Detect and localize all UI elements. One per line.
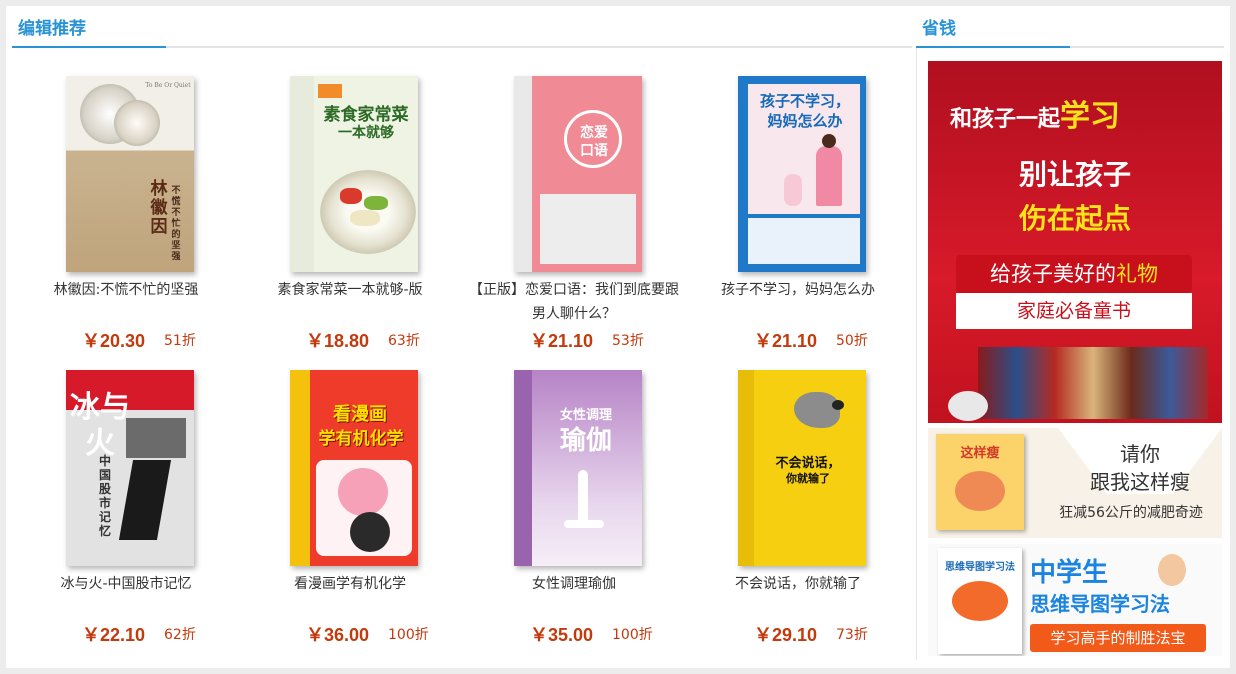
book-item[interactable]: 恋爱 口语 【正版】恋爱口语：我们到底要跟男人聊什么？ ￥21.10 53折 xyxy=(462,58,686,352)
book-discount: 100折 xyxy=(612,627,653,643)
editor-pick-title[interactable]: 编辑推荐 xyxy=(18,14,86,39)
ad1-line1a: 和孩子一起 xyxy=(950,107,1061,132)
active-tab-underline xyxy=(916,46,1070,48)
book-discount: 73折 xyxy=(836,627,868,643)
book-item[interactable]: 林徽因 不慌不忙的坚强 To Be Or Quiet 林徽因:不慌不忙的坚强 ￥… xyxy=(14,58,238,352)
book-price: ￥21.10 xyxy=(530,331,594,351)
book-item[interactable]: 冰与火 中国股市记忆 冰与火-中国股市记忆 ￥22.10 62折 xyxy=(14,352,238,646)
book-price: ￥36.00 xyxy=(306,625,370,645)
book-cover[interactable]: 不会说话， 你就输了 xyxy=(738,370,866,566)
book-cover[interactable]: 林徽因 不慌不忙的坚强 To Be Or Quiet xyxy=(66,76,194,272)
book-discount: 63折 xyxy=(388,333,420,349)
book-price: ￥21.10 xyxy=(754,331,818,351)
cover-title: 看漫画 xyxy=(333,404,387,425)
book-discount: 51折 xyxy=(164,333,196,349)
ad1-line4b: 礼物 xyxy=(1116,262,1158,286)
cover-subtitle: 口语 xyxy=(580,143,608,159)
book-title[interactable]: 冰与火-中国股市记忆 xyxy=(20,572,232,596)
book-title[interactable]: 女性调理瑜伽 xyxy=(468,572,680,596)
ad2-line1: 请你 xyxy=(1120,442,1160,466)
cover-english: To Be Or Quiet xyxy=(145,82,191,89)
book-title[interactable]: 孩子不学习，妈妈怎么办 xyxy=(692,278,904,302)
book-cover[interactable]: 女性调理 瑜伽 xyxy=(514,370,642,566)
book-grid: 林徽因 不慌不忙的坚强 To Be Or Quiet 林徽因:不慌不忙的坚强 ￥… xyxy=(14,58,910,664)
book-title[interactable]: 【正版】恋爱口语：我们到底要跟男人聊什么？ xyxy=(468,278,680,326)
cover-title: 林徽因 xyxy=(150,179,168,237)
cover-title: 恋爱 xyxy=(580,125,608,141)
book-discount: 53折 xyxy=(612,333,644,349)
cover-subtitle: 中国股市记忆 xyxy=(98,454,111,538)
ad1-line3: 伤在起点 xyxy=(1018,202,1131,235)
book-cover[interactable]: 恋爱 口语 xyxy=(514,76,642,272)
book-discount: 62折 xyxy=(164,627,196,643)
ad1-line4a: 给孩子美好的 xyxy=(990,262,1116,286)
ad2-book-cover: 这样瘦 xyxy=(960,446,1000,461)
cover-subtitle: 一本就够 xyxy=(338,125,394,141)
column-divider xyxy=(916,48,917,660)
cover-subtitle: 瑜伽 xyxy=(559,426,612,456)
book-title[interactable]: 看漫画学有机化学 xyxy=(244,572,456,596)
book-title[interactable]: 林徽因:不慌不忙的坚强 xyxy=(20,278,232,302)
save-money-title[interactable]: 省钱 xyxy=(922,14,956,39)
book-discount: 50折 xyxy=(836,333,868,349)
book-title[interactable]: 不会说话，你就输了 xyxy=(692,572,904,596)
promo-banner-mindmap-book[interactable]: 思维导图学习法 中学生 思维导图学习法 学习高手的制胜法宝 xyxy=(928,544,1222,656)
ad3-line3: 学习高手的制胜法宝 xyxy=(1030,624,1206,652)
cover-subtitle: 你就输了 xyxy=(786,472,830,485)
cover-subtitle: 不慌不忙的坚强 xyxy=(171,186,181,262)
book-title[interactable]: 素食家常菜一本就够-版 xyxy=(244,278,456,302)
book-discount: 100折 xyxy=(388,627,429,643)
cover-title: 不会说话， xyxy=(775,456,841,471)
cover-subtitle: 学有机化学 xyxy=(318,429,404,449)
book-price: ￥20.30 xyxy=(82,331,146,351)
ad1-line2: 别让孩子 xyxy=(1018,158,1131,191)
ad2-line3: 狂减56公斤的减肥奇迹 xyxy=(1059,505,1203,521)
ad3-line1: 中学生 xyxy=(1030,558,1109,588)
ad1-line1b: 学习 xyxy=(1060,99,1121,134)
book-price: ￥35.00 xyxy=(530,625,594,645)
main-panel: 编辑推荐 省钱 林徽因 不慌不忙的坚强 To Be Or Quiet 林徽因:不… xyxy=(6,6,1230,668)
book-price: ￥29.10 xyxy=(754,625,818,645)
save-money-header: 省钱 xyxy=(916,6,1224,48)
promo-banner-diet-book[interactable]: 这样瘦 请你 跟我这样瘦 狂减56公斤的减肥奇迹 xyxy=(928,428,1222,538)
book-item[interactable]: 不会说话， 你就输了 不会说话，你就输了 ￥29.10 73折 xyxy=(686,352,910,646)
book-cover[interactable]: 孩子不学习， 妈妈怎么办 xyxy=(738,76,866,272)
book-cover[interactable]: 看漫画 学有机化学 xyxy=(290,370,418,566)
book-price: ￥22.10 xyxy=(82,625,146,645)
cover-title: 孩子不学习， xyxy=(759,92,850,110)
active-tab-underline xyxy=(12,46,166,48)
book-cover[interactable]: 素食家常菜 一本就够 xyxy=(290,76,418,272)
book-item[interactable]: 看漫画 学有机化学 看漫画学有机化学 ￥36.00 100折 xyxy=(238,352,462,646)
book-price: ￥18.80 xyxy=(306,331,370,351)
book-cover[interactable]: 冰与火 中国股市记忆 xyxy=(66,370,194,566)
editor-pick-header: 编辑推荐 xyxy=(12,6,912,48)
cover-subtitle: 妈妈怎么办 xyxy=(767,112,843,130)
book-item[interactable]: 女性调理 瑜伽 女性调理瑜伽 ￥35.00 100折 xyxy=(462,352,686,646)
ad1-line5: 家庭必备童书 xyxy=(956,293,1192,329)
ad3-book-cover: 思维导图学习法 xyxy=(945,562,1015,573)
cover-title: 冰与火 xyxy=(70,390,130,461)
ad3-line2: 思维导图学习法 xyxy=(1030,592,1170,616)
book-item[interactable]: 孩子不学习， 妈妈怎么办 孩子不学习，妈妈怎么办 ￥21.10 50折 xyxy=(686,58,910,352)
promo-banner-children-books[interactable]: 和孩子一起学习 别让孩子 伤在起点 给孩子美好的礼物 家庭必备童书 xyxy=(928,61,1222,423)
ad2-line2: 跟我这样瘦 xyxy=(1090,470,1190,494)
book-item[interactable]: 素食家常菜 一本就够 素食家常菜一本就够-版 ￥18.80 63折 xyxy=(238,58,462,352)
